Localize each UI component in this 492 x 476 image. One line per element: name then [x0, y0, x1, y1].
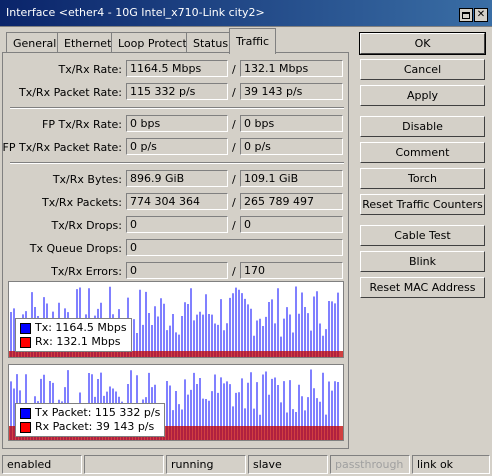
close-button[interactable]: ✕ — [474, 8, 488, 22]
packet-rate-graph: Tx Packet: 115 332 p/s Rx Packet: 39 143… — [8, 364, 344, 441]
cancel-button[interactable]: Cancel — [360, 59, 485, 80]
status-empty — [84, 455, 164, 474]
rx-errors-field[interactable]: 170 — [240, 262, 343, 279]
title-bar: Interface <ether4 - 10G Intel_x710-Link … — [0, 0, 492, 27]
slash-separator: / — [232, 118, 236, 131]
tx-rx-packets-label: Tx/Rx Packets: — [41, 196, 122, 209]
fp-rx-packet-rate-field[interactable]: 0 p/s — [240, 138, 343, 155]
tx-rx-drops-label: Tx/Rx Drops: — [51, 219, 123, 232]
status-passthrough: passthrough — [330, 455, 410, 474]
status-link-ok: link ok — [412, 455, 490, 474]
rx-packet-rate-field[interactable]: 39 143 p/s — [240, 83, 343, 100]
maximize-button[interactable] — [459, 8, 473, 22]
legend-tx-row: Tx: 1164.5 Mbps — [20, 321, 127, 335]
status-running: running — [166, 455, 246, 474]
tx-color-swatch — [20, 322, 31, 334]
separator — [10, 107, 344, 109]
tab-ethernet[interactable]: Ethernet — [57, 32, 119, 53]
apply-button[interactable]: Apply — [360, 85, 485, 106]
reset-traffic-counters-button[interactable]: Reset Traffic Counters — [360, 194, 485, 215]
tx-bytes-field[interactable]: 896.9 GiB — [126, 170, 228, 187]
slash-separator: / — [232, 265, 236, 278]
traffic-rate-legend: Tx: 1164.5 Mbps Rx: 132.1 Mbps — [15, 318, 132, 352]
fp-tx-rate-field[interactable]: 0 bps — [126, 115, 228, 132]
legend-tx-packet-label: Tx Packet: 115 332 p/s — [35, 406, 161, 419]
packet-rate-legend: Tx Packet: 115 332 p/s Rx Packet: 39 143… — [15, 403, 166, 437]
fp-tx-packet-rate-field[interactable]: 0 p/s — [126, 138, 228, 155]
tx-queue-drops-field[interactable]: 0 — [126, 239, 343, 256]
tx-rx-bytes-label: Tx/Rx Bytes: — [52, 173, 122, 186]
tab-label: General — [13, 36, 57, 50]
ok-button[interactable]: OK — [359, 32, 486, 55]
legend-tx-packet-row: Tx Packet: 115 332 p/s — [20, 406, 160, 420]
close-icon: ✕ — [476, 9, 486, 20]
fp-tx-rx-packet-rate-label: FP Tx/Rx Packet Rate: — [2, 141, 122, 154]
tx-packet-color-swatch — [20, 407, 31, 419]
slash-separator: / — [232, 141, 236, 154]
tab-general[interactable]: General — [6, 32, 64, 53]
window-title: Interface <ether4 - 10G Intel_x710-Link … — [6, 6, 265, 19]
rx-packet-color-swatch — [20, 421, 31, 433]
tab-label: Traffic — [236, 35, 270, 48]
status-slave: slave — [248, 455, 328, 474]
fp-rx-rate-field[interactable]: 0 bps — [240, 115, 343, 132]
traffic-rate-graph: Tx: 1164.5 Mbps Rx: 132.1 Mbps — [8, 281, 344, 358]
tx-rx-packet-rate-label: Tx/Rx Packet Rate: — [19, 86, 122, 99]
comment-button[interactable]: Comment — [360, 142, 485, 163]
slash-separator: / — [232, 219, 236, 232]
rx-drops-field[interactable]: 0 — [240, 216, 343, 233]
legend-rx-packet-row: Rx Packet: 39 143 p/s — [20, 420, 160, 434]
reset-mac-address-button[interactable]: Reset MAC Address — [360, 277, 485, 298]
slash-separator: / — [232, 86, 236, 99]
tab-label: Status — [193, 36, 229, 50]
slash-separator: / — [232, 173, 236, 186]
tab-label: Loop Protect — [118, 36, 187, 50]
rx-packets-field[interactable]: 265 789 497 — [240, 193, 343, 210]
tx-packets-field[interactable]: 774 304 364 — [126, 193, 228, 210]
legend-tx-label: Tx: 1164.5 Mbps — [35, 321, 127, 334]
slash-separator: / — [232, 63, 236, 76]
disable-button[interactable]: Disable — [360, 116, 485, 137]
blink-button[interactable]: Blink — [360, 251, 485, 272]
tx-rx-rate-label: Tx/Rx Rate: — [58, 63, 122, 76]
rx-color-swatch — [20, 336, 31, 348]
torch-button[interactable]: Torch — [360, 168, 485, 189]
maximize-icon — [462, 11, 470, 19]
separator — [10, 162, 344, 164]
tx-queue-drops-label: Tx Queue Drops: — [29, 242, 122, 255]
tx-drops-field[interactable]: 0 — [126, 216, 228, 233]
tab-status[interactable]: Status — [186, 32, 236, 53]
fp-tx-rx-rate-label: FP Tx/Rx Rate: — [42, 118, 122, 131]
slash-separator: / — [232, 196, 236, 209]
status-enabled: enabled — [2, 455, 82, 474]
legend-rx-row: Rx: 132.1 Mbps — [20, 335, 127, 349]
tx-rx-errors-label: Tx/Rx Errors: — [51, 265, 122, 278]
tab-traffic[interactable]: Traffic — [229, 28, 277, 54]
legend-rx-label: Rx: 132.1 Mbps — [35, 335, 121, 348]
rx-rate-field[interactable]: 132.1 Mbps — [240, 60, 343, 77]
tab-loop-protect[interactable]: Loop Protect — [111, 32, 194, 53]
rx-bytes-field[interactable]: 109.1 GiB — [240, 170, 343, 187]
tx-errors-field[interactable]: 0 — [126, 262, 228, 279]
tx-rate-field[interactable]: 1164.5 Mbps — [126, 60, 228, 77]
tx-packet-rate-field[interactable]: 115 332 p/s — [126, 83, 228, 100]
legend-rx-packet-label: Rx Packet: 39 143 p/s — [35, 420, 155, 433]
tab-label: Ethernet — [64, 36, 112, 50]
cable-test-button[interactable]: Cable Test — [360, 225, 485, 246]
